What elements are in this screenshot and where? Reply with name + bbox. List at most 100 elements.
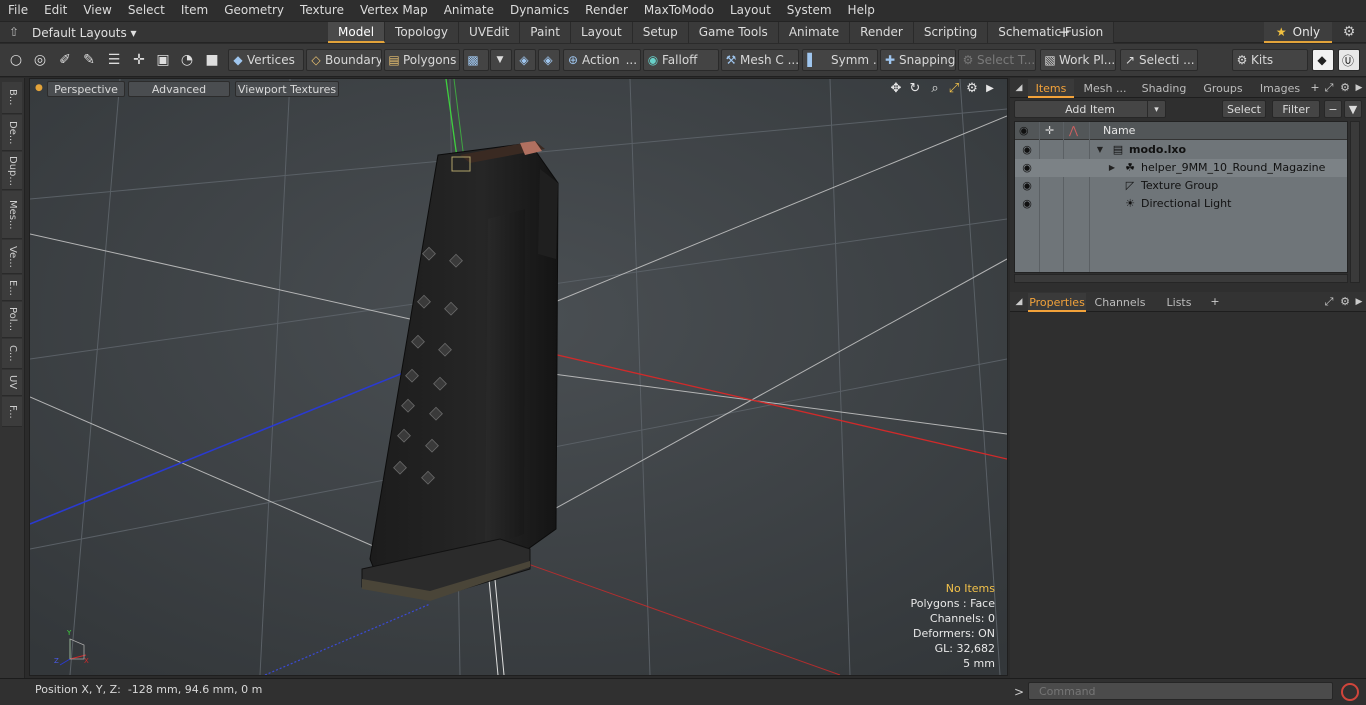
- layout-tab-animate[interactable]: Animate: [778, 22, 851, 43]
- layout-tab-schematic-fusion[interactable]: Schematic Fusion: [988, 22, 1115, 43]
- left-tab-9[interactable]: F...: [2, 397, 22, 427]
- item-row[interactable]: ◉ ▶ ☘ helper_9MM_10_Round_Magazine: [1015, 159, 1347, 177]
- expand-arrow-icon[interactable]: ▼: [1095, 141, 1105, 159]
- symmetry-button[interactable]: ▌ Symm ...: [802, 49, 878, 71]
- tab-shading[interactable]: Shading: [1136, 79, 1192, 98]
- select-button[interactable]: Select: [1222, 100, 1266, 118]
- lock-column-icon[interactable]: ✛: [1045, 122, 1054, 140]
- symmetry-toggle-a[interactable]: ◈: [514, 49, 536, 71]
- menu-dynamics[interactable]: Dynamics: [502, 0, 577, 21]
- layout-tab-layout[interactable]: Layout: [570, 22, 633, 43]
- left-tab-2[interactable]: Dup...: [2, 152, 22, 190]
- snapping-button[interactable]: ✚ Snapping: [880, 49, 956, 71]
- menu-geometry[interactable]: Geometry: [216, 0, 292, 21]
- filter-button[interactable]: Filter: [1272, 100, 1320, 118]
- eye-icon[interactable]: ◉: [1020, 159, 1034, 177]
- cube-icon[interactable]: ■: [203, 51, 221, 69]
- item-row[interactable]: ◉ ☀ Directional Light: [1015, 195, 1347, 213]
- panel-gear-icon[interactable]: ⚙: [1338, 79, 1352, 97]
- align-icon[interactable]: ☰: [105, 51, 123, 69]
- mode-dropdown[interactable]: ▼: [490, 49, 512, 71]
- viewport-dot-icon[interactable]: ●: [35, 83, 43, 93]
- center-icon[interactable]: ✛: [130, 51, 148, 69]
- advanced-tab[interactable]: Advanced: [128, 81, 230, 97]
- select-through-button[interactable]: ⚙ Select T...: [958, 49, 1036, 71]
- funnel-icon[interactable]: ▼: [1344, 100, 1362, 118]
- items-horizontal-scrollbar[interactable]: [1014, 274, 1348, 283]
- panel-corner-icon[interactable]: ◢: [1012, 79, 1026, 97]
- tab-mesh[interactable]: Mesh ...: [1080, 79, 1130, 98]
- left-tab-3[interactable]: Mes...: [2, 191, 22, 239]
- add-item-dropdown[interactable]: Add Item ▾: [1014, 100, 1166, 118]
- left-tab-5[interactable]: E...: [2, 275, 22, 301]
- boundary-button[interactable]: ◇ Boundary: [306, 49, 382, 71]
- menu-vertex-map[interactable]: Vertex Map: [352, 0, 436, 21]
- layout-tab-scripting[interactable]: Scripting: [913, 22, 989, 43]
- default-layouts-dropdown[interactable]: Default Layouts ▾: [32, 24, 137, 42]
- tab-images[interactable]: Images: [1254, 79, 1306, 98]
- viewport-textures-tab[interactable]: Viewport Textures: [235, 81, 339, 97]
- left-tab-0[interactable]: B...: [2, 82, 22, 114]
- left-tab-4[interactable]: Ve...: [2, 240, 22, 274]
- tab-groups[interactable]: Groups: [1196, 79, 1250, 98]
- action-center-button[interactable]: ⊕ Action...: [563, 49, 641, 71]
- type-column-icon[interactable]: ⋀: [1069, 122, 1078, 140]
- perspective-tab[interactable]: Perspective: [47, 81, 125, 97]
- menu-layout[interactable]: Layout: [722, 0, 779, 21]
- collapse-icon[interactable]: −: [1324, 100, 1342, 118]
- item-row[interactable]: ◉ ◸ Texture Group: [1015, 177, 1347, 195]
- left-tab-6[interactable]: Pol...: [2, 302, 22, 338]
- tab-lists[interactable]: Lists: [1154, 293, 1204, 312]
- menu-animate[interactable]: Animate: [436, 0, 502, 21]
- eye-icon[interactable]: ◉: [1020, 177, 1034, 195]
- tab-items[interactable]: Items: [1028, 79, 1074, 98]
- panel-menu-icon[interactable]: ▶: [1352, 293, 1366, 311]
- item-row[interactable]: ◉ ▼ ▤ modo.lxo: [1015, 141, 1347, 159]
- left-tab-7[interactable]: C...: [2, 339, 22, 369]
- add-tab-icon[interactable]: +: [1208, 293, 1222, 311]
- work-plane-button[interactable]: ▧ Work Pl...: [1040, 49, 1116, 71]
- pan-icon[interactable]: ✥: [888, 81, 904, 97]
- gear-icon[interactable]: ⚙: [1340, 22, 1358, 43]
- panel-corner-icon[interactable]: ◢: [1012, 293, 1026, 311]
- panel-gear-icon[interactable]: ⚙: [1338, 293, 1352, 311]
- panel-menu-icon[interactable]: ▶: [1352, 79, 1366, 97]
- pen-icon[interactable]: ✐: [56, 51, 74, 69]
- layout-tab-paint[interactable]: Paint: [520, 22, 571, 43]
- menu-item[interactable]: Item: [173, 0, 216, 21]
- viewport-menu-icon[interactable]: ▶: [982, 81, 998, 97]
- layout-tab-render[interactable]: Render: [850, 22, 914, 43]
- brush-icon[interactable]: ✎: [80, 51, 98, 69]
- symmetry-toggle-b[interactable]: ◈: [538, 49, 560, 71]
- menu-view[interactable]: View: [75, 0, 119, 21]
- unreal-button[interactable]: Ⓤ: [1338, 49, 1360, 71]
- command-input[interactable]: [1028, 682, 1333, 700]
- viewport-gear-icon[interactable]: ⚙: [964, 81, 980, 97]
- selection-sets-button[interactable]: ↗ Selecti ...: [1120, 49, 1198, 71]
- polygons-button[interactable]: ▤ Polygons: [384, 49, 460, 71]
- layout-tab-game-tools[interactable]: Game Tools: [688, 22, 779, 43]
- eye-icon[interactable]: ◉: [1020, 141, 1034, 159]
- items-vertical-scrollbar[interactable]: [1350, 121, 1360, 283]
- add-layout-tab-button[interactable]: +: [1056, 22, 1072, 43]
- layout-tab-model[interactable]: Model: [328, 22, 386, 43]
- layout-arrow-icon[interactable]: ⇧: [6, 25, 22, 41]
- layout-tab-topology[interactable]: Topology: [385, 22, 460, 43]
- menu-system[interactable]: System: [779, 0, 840, 21]
- expand-panel-icon[interactable]: ⤢: [1322, 79, 1336, 97]
- eye-icon[interactable]: ◉: [1020, 195, 1034, 213]
- expand-panel-icon[interactable]: ⤢: [1322, 293, 1336, 311]
- menu-help[interactable]: Help: [840, 0, 883, 21]
- visibility-column-icon[interactable]: ◉: [1019, 122, 1029, 140]
- expand-arrow-icon[interactable]: ▶: [1107, 159, 1117, 177]
- menu-file[interactable]: File: [0, 0, 36, 21]
- kits-button[interactable]: ⚙ Kits: [1232, 49, 1308, 71]
- unity-button[interactable]: ◆: [1312, 49, 1334, 71]
- menu-select[interactable]: Select: [120, 0, 173, 21]
- menu-render[interactable]: Render: [577, 0, 636, 21]
- select-circle-icon[interactable]: ○: [7, 51, 25, 69]
- material-mode-button[interactable]: ▩: [463, 49, 489, 71]
- maximize-icon[interactable]: ⤢: [946, 81, 962, 97]
- falloff-button[interactable]: ◉ Falloff: [643, 49, 719, 71]
- orbit-icon[interactable]: ↻: [907, 81, 923, 97]
